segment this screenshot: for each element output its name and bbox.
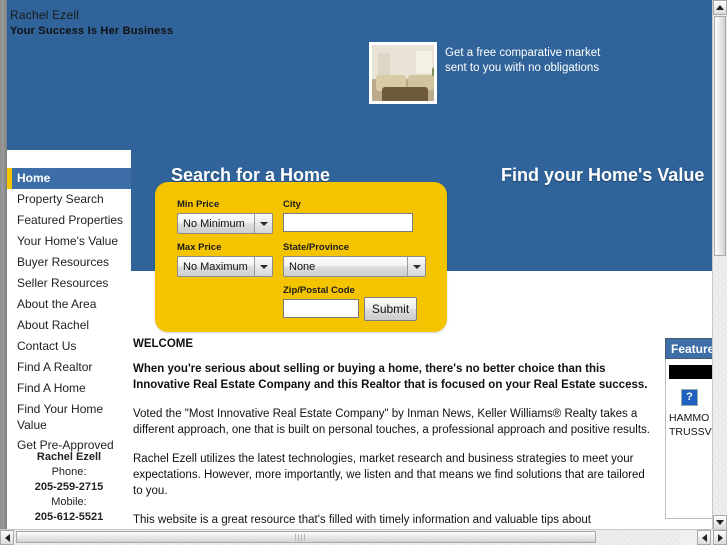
- sidebar-item-contact-us[interactable]: Contact Us: [7, 336, 131, 357]
- mobile-number[interactable]: 205-612-5521: [7, 510, 131, 525]
- welcome-paragraph-2: Voted the "Most Innovative Real Estate C…: [133, 408, 650, 436]
- sidebar-item-label: About the Area: [17, 297, 97, 311]
- scroll-right-button[interactable]: [713, 530, 727, 545]
- featured-title-bar: [669, 365, 713, 379]
- welcome-intro-paragraph: When you're serious about selling or buy…: [133, 363, 648, 391]
- city-label: City: [283, 199, 301, 210]
- agent-contact-block: Rachel Ezell Phone: 205-259-2715 Mobile:…: [7, 450, 131, 525]
- sidebar-item-find-a-realtor[interactable]: Find A Realtor: [7, 357, 131, 378]
- mobile-label: Mobile:: [51, 496, 87, 508]
- vertical-scrollbar[interactable]: [712, 0, 727, 530]
- sidebar-item-buyer-resources[interactable]: Buyer Resources: [7, 252, 131, 273]
- triangle-down-icon: [716, 520, 724, 525]
- sidebar-item-label: Your Home's Value: [17, 234, 119, 248]
- sidebar-item-label: Find Your Home Value: [17, 402, 104, 432]
- scroll-up-button[interactable]: [713, 0, 727, 15]
- max-price-value: No Maximum: [183, 260, 248, 273]
- site-tagline: Your Success Is Her Business: [10, 25, 174, 37]
- min-price-select[interactable]: No Minimum: [177, 213, 273, 234]
- featured-panel-body: ? HAMMO TRUSSV: [665, 359, 713, 519]
- vertical-scrollbar-thumb[interactable]: [714, 16, 726, 256]
- submit-button[interactable]: Submit: [364, 297, 417, 321]
- site-logo-name: Rachel Ezell: [10, 8, 80, 22]
- featured-properties-panel: Featured ? HAMMO TRUSSV: [665, 338, 713, 519]
- chevron-down-icon: [254, 214, 272, 233]
- sidebar-item-label: Buyer Resources: [17, 255, 110, 269]
- sidebar-item-seller-resources[interactable]: Seller Resources: [7, 273, 131, 294]
- sidebar-item-find-a-home[interactable]: Find A Home: [7, 378, 131, 399]
- welcome-content: WELCOME When you're serious about sellin…: [133, 338, 653, 530]
- sidebar-item-label: About Rachel: [17, 318, 90, 332]
- page-left-gutter: [0, 0, 7, 530]
- sidebar-item-home[interactable]: Home: [7, 168, 131, 189]
- sidebar-item-find-your-home-value[interactable]: Find Your Home Value: [7, 399, 131, 435]
- featured-listing-line2: TRUSSV: [669, 426, 712, 438]
- living-room-photo: [369, 42, 437, 104]
- welcome-paragraph-4: This website is a great resource that's …: [133, 514, 591, 526]
- sidebar-item-about-the-area[interactable]: About the Area: [7, 294, 131, 315]
- page-title: WELCOME: [133, 338, 194, 350]
- chevron-down-icon: [254, 257, 272, 276]
- sidebar-item-label: Home: [17, 171, 51, 185]
- scroll-left-button-2[interactable]: [697, 530, 711, 545]
- sidebar-item-label: Find A Home: [17, 381, 86, 395]
- featured-panel-title: Featured: [665, 338, 713, 359]
- state-label: State/Province: [283, 242, 349, 253]
- sidebar-item-property-search[interactable]: Property Search: [7, 189, 131, 210]
- home-value-description-line2: sent to you with no obligations: [445, 62, 600, 74]
- broken-image-icon: ?: [681, 389, 698, 406]
- sidebar-item-label: Seller Resources: [17, 276, 109, 290]
- sidebar-item-label: Property Search: [17, 192, 104, 206]
- triangle-right-icon: [717, 533, 723, 542]
- triangle-up-icon: [716, 5, 724, 10]
- zip-input[interactable]: [283, 299, 359, 318]
- city-input[interactable]: [283, 213, 413, 232]
- max-price-select[interactable]: No Maximum: [177, 256, 273, 277]
- sidebar-item-label: Find A Realtor: [17, 360, 93, 374]
- horizontal-scrollbar[interactable]: [0, 529, 727, 545]
- agent-name: Rachel Ezell: [36, 451, 102, 463]
- sidebar-nav: Home Property Search Featured Properties…: [7, 168, 131, 456]
- scroll-left-button[interactable]: [0, 530, 14, 545]
- sidebar-item-your-homes-value[interactable]: Your Home's Value: [7, 231, 131, 252]
- max-price-label: Max Price: [177, 242, 222, 253]
- triangle-left-icon: [4, 533, 10, 542]
- triangle-left-icon: [701, 533, 707, 542]
- featured-listing-line1: HAMMO: [669, 412, 710, 424]
- scroll-down-button[interactable]: [713, 515, 727, 530]
- zip-label: Zip/Postal Code: [283, 285, 355, 296]
- browser-viewport: Rachel Ezell Your Success Is Her Busines…: [0, 0, 727, 545]
- welcome-paragraph-3: Rachel Ezell utilizes the latest technol…: [133, 453, 645, 497]
- min-price-label: Min Price: [177, 199, 220, 210]
- phone-label: Phone:: [51, 466, 87, 478]
- sidebar-item-label: Contact Us: [17, 339, 77, 353]
- min-price-value: No Minimum: [183, 217, 245, 230]
- state-select[interactable]: None: [283, 256, 426, 277]
- scrollbar-grip: [295, 534, 305, 541]
- chevron-down-icon: [407, 257, 425, 276]
- site-header: Rachel Ezell Your Success Is Her Busines…: [7, 0, 713, 155]
- home-value-description-line1: Get a free comparative market: [445, 47, 601, 59]
- home-search-form: Min Price No Minimum Max Price No Maximu…: [155, 182, 447, 332]
- home-value-description: Get a free comparative market sent to yo…: [445, 46, 675, 76]
- page-canvas: Rachel Ezell Your Success Is Her Busines…: [7, 0, 713, 530]
- home-value-banner-title: Find your Home's Value: [501, 165, 705, 185]
- horizontal-scrollbar-thumb[interactable]: [16, 531, 596, 543]
- state-value: None: [289, 260, 316, 273]
- sidebar-item-about-rachel[interactable]: About Rachel: [7, 315, 131, 336]
- sidebar-item-featured-properties[interactable]: Featured Properties: [7, 210, 131, 231]
- phone-number[interactable]: 205-259-2715: [7, 480, 131, 495]
- sidebar-item-label: Featured Properties: [17, 213, 124, 227]
